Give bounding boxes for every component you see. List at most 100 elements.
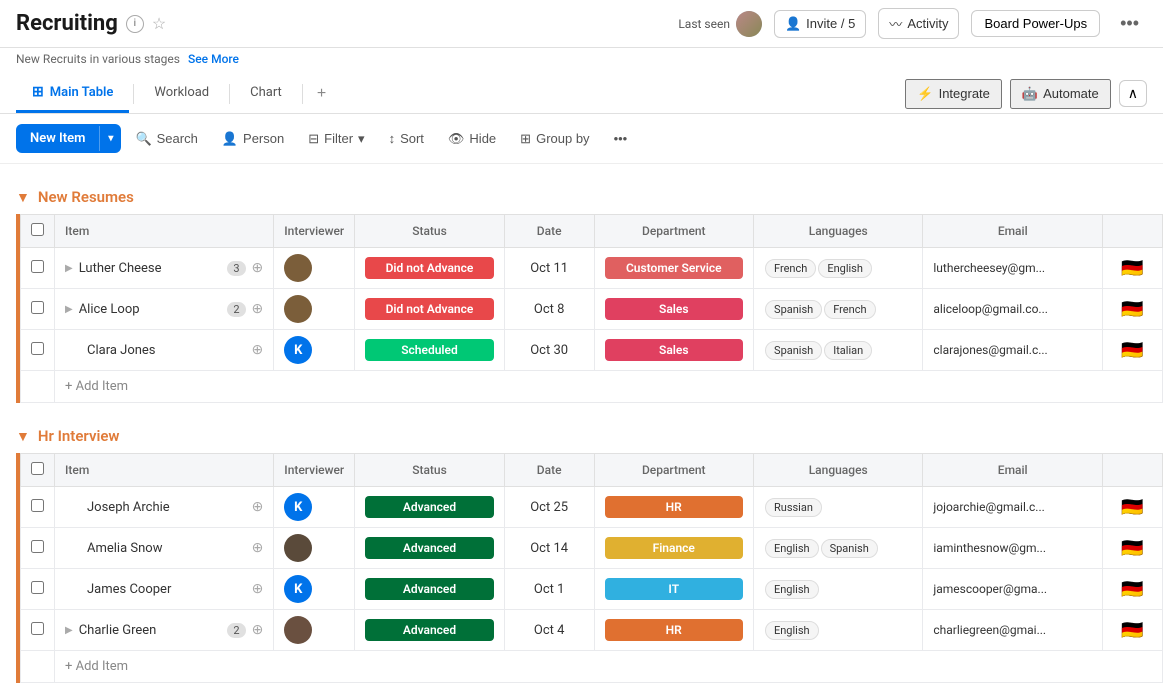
department-cell: Sales (594, 289, 754, 330)
row-expand-icon[interactable]: ▶ (65, 625, 73, 636)
add-item-row[interactable]: + Add Item (21, 651, 1163, 683)
integrate-button[interactable]: ⚡ Integrate (905, 79, 1002, 109)
app-subtitle: New Recruits in various stages See More (0, 48, 1163, 74)
item-cell: ▶ Charlie Green 2 ⊕ (55, 610, 274, 651)
integrate-icon: ⚡ (917, 86, 933, 102)
table-wrap-new-resumes: Item Interviewer Status Date Department … (20, 214, 1163, 403)
collapse-button[interactable]: ∧ (1119, 80, 1147, 107)
department-badge: Sales (605, 298, 744, 320)
interviewer-cell: K (274, 569, 355, 610)
department-cell: HR (594, 487, 753, 528)
table-wrap-hr-interview: Item Interviewer Status Date Department … (20, 453, 1163, 683)
row-checkbox-cell (21, 289, 55, 330)
more-options-button[interactable]: ••• (1112, 9, 1147, 38)
more-toolbar-button[interactable]: ••• (604, 125, 638, 152)
th-email: Email (923, 215, 1103, 248)
status-badge: Did not Advance (365, 298, 494, 320)
activity-button[interactable]: 〰 Activity (878, 8, 959, 39)
status-cell: Advanced (355, 528, 505, 569)
select-all-checkbox[interactable] (31, 223, 44, 236)
flag-cell: 🇩🇪 (1103, 528, 1163, 569)
item-name: Luther Cheese (79, 261, 222, 276)
person-button[interactable]: 👤 Person (212, 125, 294, 153)
department-cell: Sales (594, 330, 754, 371)
new-item-label[interactable]: New Item (16, 124, 99, 153)
tabs-bar: ⊞ Main Table Workload Chart + ⚡ Integrat… (0, 74, 1163, 114)
email-cell: iaminthesnow@gm... (923, 528, 1103, 569)
add-subitem-icon[interactable]: ⊕ (252, 540, 264, 556)
item-cell: Clara Jones ⊕ (55, 330, 274, 371)
app-title-area: Recruiting i ☆ (16, 11, 166, 36)
search-icon: 🔍 (135, 131, 151, 147)
status-cell: Did not Advance (355, 248, 505, 289)
row-expand-icon[interactable]: ▶ (65, 263, 73, 274)
power-ups-button[interactable]: Board Power-Ups (971, 10, 1100, 37)
hide-button[interactable]: 👁 Hide (438, 125, 506, 153)
th-department: Department (594, 454, 753, 487)
add-item-cell[interactable]: + Add Item (55, 651, 1163, 683)
add-subitem-icon[interactable]: ⊕ (252, 342, 264, 358)
row-expand-icon[interactable]: ▶ (65, 304, 73, 315)
section-header-hr-interview: ▼ Hr Interview (0, 419, 1163, 453)
sort-button[interactable]: ↕ Sort (379, 125, 434, 152)
row-checkbox[interactable] (31, 499, 44, 512)
item-name: Joseph Archie (87, 500, 246, 515)
table-row: ▶ Luther Cheese 3 ⊕ Did not Advance Oct … (21, 248, 1163, 289)
lang-tag: Russian (765, 498, 822, 517)
section-title-hr-interview[interactable]: Hr Interview (38, 427, 120, 445)
add-item-row[interactable]: + Add Item (21, 371, 1163, 403)
th-interviewer: Interviewer (274, 454, 355, 487)
see-more-link[interactable]: See More (188, 52, 239, 66)
tab-chart[interactable]: Chart (234, 75, 298, 113)
interviewer-cell (274, 248, 355, 289)
section-toggle-hr-interview[interactable]: ▼ (16, 428, 30, 445)
tab-main-table-label: Main Table (50, 85, 114, 100)
lang-tag: English (765, 580, 819, 599)
flag-cell: 🇩🇪 (1103, 248, 1163, 289)
section-title-new-resumes[interactable]: New Resumes (38, 188, 134, 206)
filter-button[interactable]: ⊟ Filter ▾ (298, 125, 374, 153)
item-cell: Joseph Archie ⊕ (55, 487, 274, 528)
add-subitem-icon[interactable]: ⊕ (252, 301, 264, 317)
row-checkbox-cell (21, 248, 55, 289)
row-checkbox[interactable] (31, 342, 44, 355)
tab-main-table[interactable]: ⊞ Main Table (16, 74, 129, 113)
add-subitem-icon[interactable]: ⊕ (252, 581, 264, 597)
automate-button[interactable]: 🤖 Automate (1010, 79, 1111, 109)
row-checkbox[interactable] (31, 622, 44, 635)
flag-cell: 🇩🇪 (1103, 610, 1163, 651)
add-subitem-icon[interactable]: ⊕ (252, 622, 264, 638)
department-cell: Finance (594, 528, 753, 569)
new-item-button[interactable]: New Item ▾ (16, 124, 121, 153)
row-checkbox[interactable] (31, 581, 44, 594)
tab-add-button[interactable]: + (307, 77, 336, 111)
new-item-dropdown-arrow[interactable]: ▾ (99, 126, 121, 151)
section-toggle-new-resumes[interactable]: ▼ (16, 189, 30, 206)
invite-button[interactable]: 👤 Invite / 5 (774, 10, 866, 38)
add-subitem-icon[interactable]: ⊕ (252, 260, 264, 276)
add-item-cell[interactable]: + Add Item (55, 371, 1163, 403)
add-subitem-icon[interactable]: ⊕ (252, 499, 264, 515)
section-new-resumes: ▼ New Resumes Item Interviewer Status Da… (0, 180, 1163, 403)
section-hr-interview: ▼ Hr Interview Item Interviewer Status D… (0, 419, 1163, 683)
select-all-checkbox[interactable] (31, 462, 44, 475)
lang-tag: English (765, 539, 819, 558)
tab-workload[interactable]: Workload (138, 75, 225, 113)
th-interviewer: Interviewer (274, 215, 355, 248)
star-icon[interactable]: ☆ (152, 14, 166, 33)
item-name: Charlie Green (79, 623, 222, 638)
last-seen-label: Last seen (678, 17, 730, 31)
department-cell: Customer Service (594, 248, 754, 289)
row-checkbox[interactable] (31, 301, 44, 314)
group-by-button[interactable]: ⊞ Group by (510, 125, 599, 153)
date-cell: Oct 14 (504, 528, 594, 569)
item-name-cell: ▶ Charlie Green 2 ⊕ (65, 622, 263, 638)
row-checkbox[interactable] (31, 540, 44, 553)
info-icon[interactable]: i (126, 15, 144, 33)
table-row: Amelia Snow ⊕ Advanced Oct 14 Finance En… (21, 528, 1163, 569)
row-checkbox[interactable] (31, 260, 44, 273)
sections-container: ▼ New Resumes Item Interviewer Status Da… (0, 180, 1163, 683)
automate-label: Automate (1043, 86, 1099, 101)
row-count: 2 (227, 623, 245, 638)
search-button[interactable]: 🔍 Search (125, 125, 207, 153)
